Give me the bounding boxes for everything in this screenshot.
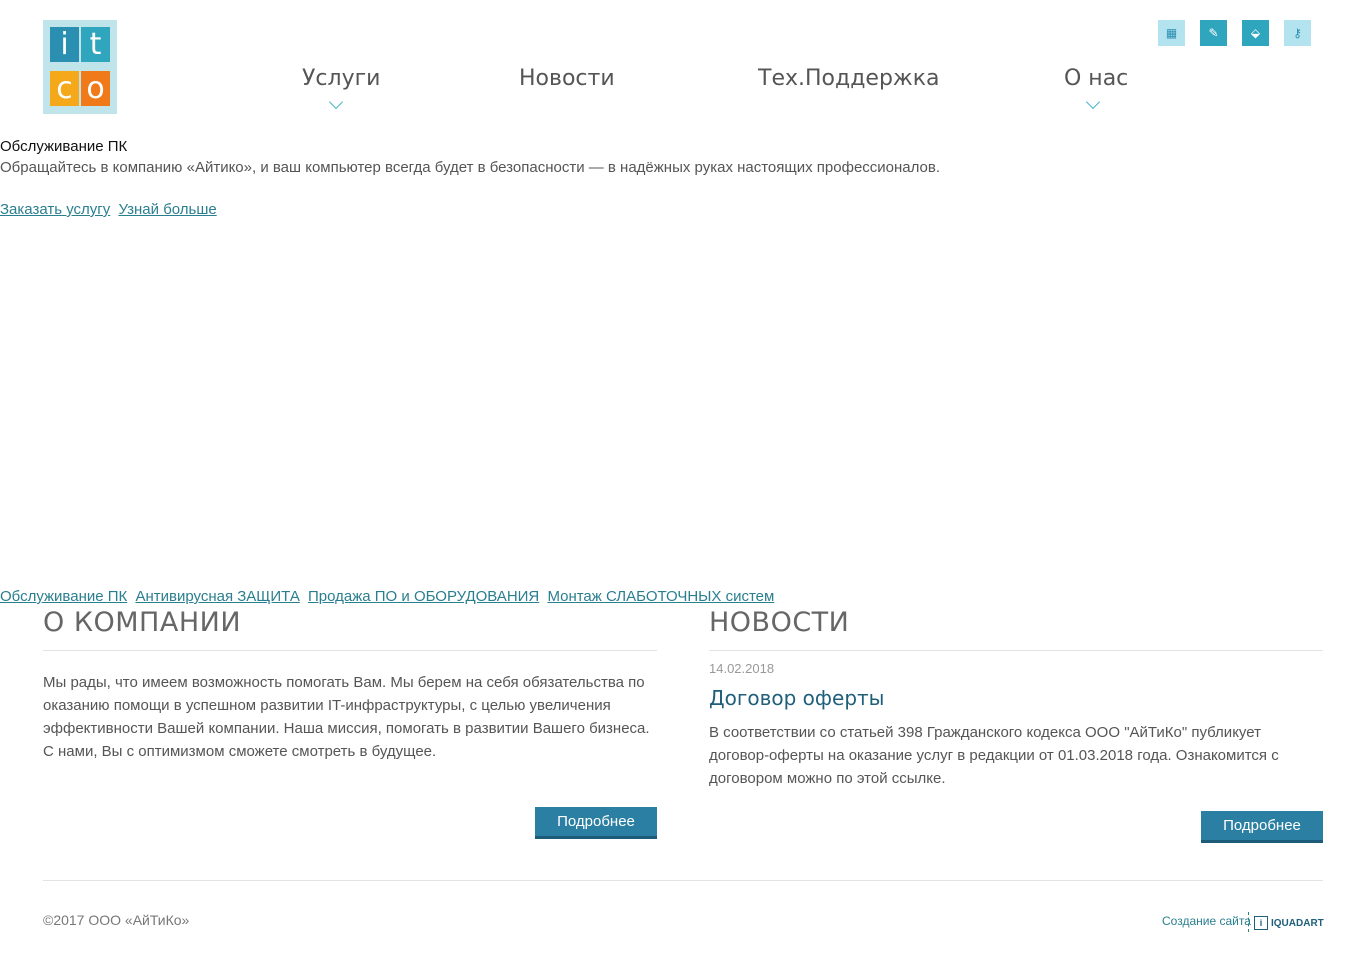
service-links: Обслуживание ПК Антивирусная ЗАЩИТА Прод… xyxy=(0,588,778,605)
site-logo[interactable]: i t c o xyxy=(43,20,117,114)
order-service-link[interactable]: Заказать услугу xyxy=(0,201,110,218)
footer-divider xyxy=(43,880,1323,881)
download-icon[interactable]: ⬙ xyxy=(1242,20,1269,46)
logo-letter: o xyxy=(81,71,110,106)
hero-links: Заказать услугу Узнай больше xyxy=(0,201,221,218)
iquadart-mark: i xyxy=(1254,916,1268,930)
service-link-sales[interactable]: Продажа ПО и ОБОРУДОВАНИЯ xyxy=(308,588,539,605)
iquadart-logo-text: IQUADART xyxy=(1271,917,1324,929)
chevron-down-icon[interactable] xyxy=(328,94,344,110)
credit-separator xyxy=(1248,912,1249,932)
service-link-pc[interactable]: Обслуживание ПК xyxy=(0,588,127,605)
nav-item-services[interactable]: Услуги xyxy=(302,65,380,93)
credit-link[interactable]: Создание сайта xyxy=(1162,914,1251,928)
key-icon[interactable]: ⚷ xyxy=(1284,20,1311,46)
nav-item-about[interactable]: О нас xyxy=(1064,65,1128,93)
news-heading: НОВОСТИ xyxy=(709,607,850,638)
hero-title: Обслуживание ПК xyxy=(0,138,128,155)
about-more-button[interactable]: Подробнее xyxy=(535,807,657,839)
about-heading: О КОМПАНИИ xyxy=(43,607,242,638)
nav-item-support[interactable]: Тех.Поддержка xyxy=(758,65,940,93)
nav-item-news[interactable]: Новости xyxy=(519,65,615,93)
iquadart-logo[interactable]: i IQUADART xyxy=(1254,916,1324,930)
copyright: ©2017 ООО «АйТиКо» xyxy=(43,912,190,928)
hero-description: Обращайтесь в компанию «Айтико», и ваш к… xyxy=(0,159,941,176)
about-text: Мы рады, что имеем возможность помогать … xyxy=(43,674,650,760)
news-title-link[interactable]: Договор оферты xyxy=(709,686,884,710)
chevron-down-icon[interactable] xyxy=(1085,94,1101,110)
edit-icon[interactable]: ✎ xyxy=(1200,20,1227,46)
logo-letter: i xyxy=(50,27,79,62)
news-more-button[interactable]: Подробнее xyxy=(1201,811,1323,843)
section-divider xyxy=(709,650,1323,651)
learn-more-link[interactable]: Узнай больше xyxy=(118,201,216,218)
service-link-installation[interactable]: Монтаж СЛАБОТОЧНЫХ систем xyxy=(547,588,774,605)
building-icon[interactable]: ▦ xyxy=(1158,20,1185,46)
service-link-antivirus[interactable]: Антивирусная ЗАЩИТА xyxy=(135,588,299,605)
logo-letter: c xyxy=(50,71,79,106)
news-text: В соответствии со статьей 398 Гражданско… xyxy=(709,724,1279,787)
logo-letter: t xyxy=(81,27,110,62)
section-divider xyxy=(43,650,657,651)
news-date: 14.02.2018 xyxy=(709,661,775,676)
